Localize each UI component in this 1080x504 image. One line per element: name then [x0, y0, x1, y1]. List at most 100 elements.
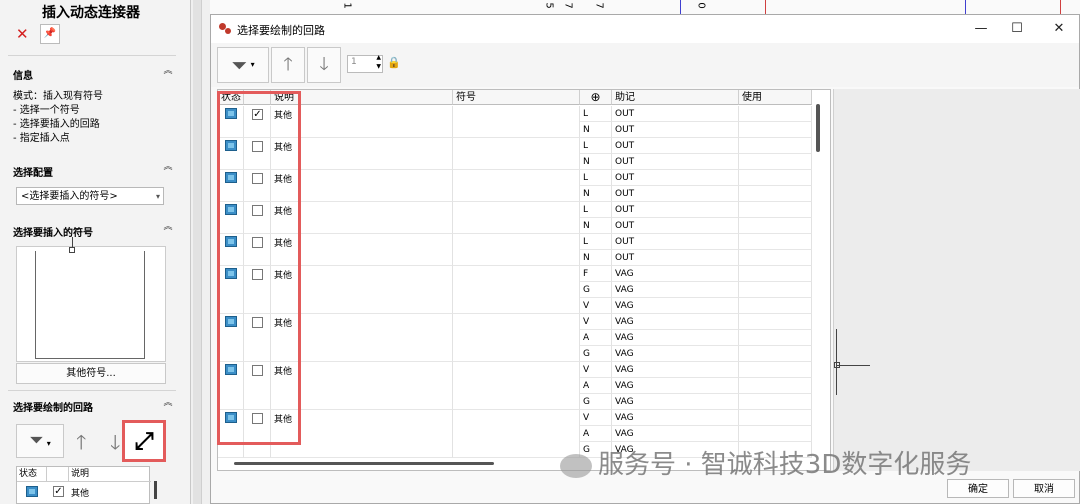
preview-stub [834, 362, 840, 368]
ruler-mark: 7 [562, 2, 574, 9]
watermark-text: 服务号 · 智诚科技3D数字化服务 [598, 450, 972, 480]
symbol-cell [453, 170, 580, 202]
pin-cell: A [580, 378, 612, 394]
move-down-icon[interactable]: 🡓 [110, 428, 120, 462]
symbol-cell [453, 138, 580, 170]
cancel-x-icon[interactable]: ✕ [16, 25, 29, 43]
expand-arrows-icon: ⤢ [134, 427, 154, 455]
move-up-button[interactable]: 🡑 [271, 47, 305, 83]
symbol-frame [35, 251, 145, 359]
divider [8, 55, 176, 56]
expand-dialog-button[interactable]: ⤢ [122, 420, 166, 462]
ruler-mark: 7 [593, 2, 605, 9]
row-checkbox[interactable]: ✓ [53, 486, 64, 497]
canvas-scrollbar[interactable] [193, 0, 202, 504]
header-usage[interactable]: 使用 [739, 90, 812, 105]
pin-cell: L [580, 170, 612, 186]
pin-icon[interactable]: 📌 [40, 24, 60, 44]
chevron-down-icon: ▾ [46, 439, 51, 448]
vertical-scrollbar[interactable] [816, 104, 820, 152]
row-desc: 其他 [71, 489, 90, 499]
preview-line [836, 365, 870, 366]
ruler-line-red [765, 0, 766, 14]
pin-cell: A [580, 330, 612, 346]
scrollbar[interactable] [154, 481, 157, 499]
pin-cell: N [580, 250, 612, 266]
filter-button[interactable]: ⏷ ▾ [16, 424, 64, 458]
pin-cell: G [580, 394, 612, 410]
header-plus[interactable]: ⊕ [580, 90, 612, 105]
mnemonic-cell: OUT [612, 154, 739, 170]
mini-header-status: 状态 [17, 467, 47, 482]
usage-cell [739, 154, 812, 170]
filter-icon: ⏷ [29, 430, 44, 451]
spinner-value: 1 [351, 57, 357, 67]
status-icon [26, 486, 38, 497]
arrow-up-icon: 🡑 [283, 54, 293, 75]
usage-cell [739, 234, 812, 250]
symbol-cell [453, 106, 580, 138]
count-spinner[interactable]: 1 ▲ ▼ [347, 54, 383, 73]
info-line: - 指定插入点 [13, 133, 70, 144]
symbol-cell [453, 314, 580, 362]
close-button[interactable]: ✕ [1041, 15, 1077, 43]
header-mnemonic[interactable]: 助记 [612, 90, 739, 105]
collapse-chevron-icon[interactable]: ︽ [161, 64, 175, 78]
panel-title: 插入动态连接器 [42, 5, 140, 21]
chevron-down-icon: ▾ [250, 60, 255, 69]
horizontal-scrollbar[interactable] [234, 462, 494, 465]
pin-cell: V [580, 410, 612, 426]
property-panel: 插入动态连接器 ✕ 📌 信息 ︽ 模式：插入现有符号 - 选择一个符号 - 选择… [0, 0, 191, 504]
pin-cell: L [580, 234, 612, 250]
divider [8, 390, 176, 391]
ruler-mark: 5 [543, 2, 555, 9]
ruler-line-blue [680, 0, 681, 14]
symbol-section-title: 选择要插入的符号 [13, 228, 93, 239]
symbol-cell [453, 202, 580, 234]
filter-icon: ⏷ [231, 53, 248, 77]
collapse-chevron-icon[interactable]: ︽ [161, 160, 175, 174]
dialog-titlebar[interactable]: 选择要绘制的回路 — ☐ ✕ [211, 15, 1079, 43]
mnemonic-cell: VAG [612, 282, 739, 298]
spinner-up-icon[interactable]: ▲ [376, 54, 381, 61]
usage-cell [739, 106, 812, 122]
ruler-line-red [1060, 0, 1061, 14]
plus-circle-icon: ⊕ [590, 90, 601, 104]
table-body: ✓ 其他 L OUT N OUT 其他 L OUT N OUT 其他 L OUT N OUT 其他 L OUT N OU… [218, 106, 812, 458]
pin-cell: N [580, 122, 612, 138]
move-up-icon[interactable]: 🡑 [76, 428, 86, 462]
move-down-button[interactable]: 🡓 [307, 47, 341, 83]
info-line: - 选择一个符号 [13, 105, 80, 116]
header-symbol[interactable]: 符号 [453, 90, 580, 105]
ruler-mark: 0 [695, 2, 707, 9]
usage-cell [739, 266, 812, 282]
pin-cell: N [580, 186, 612, 202]
usage-cell [739, 346, 812, 362]
cancel-button[interactable]: 取消 [1013, 479, 1075, 498]
usage-cell [739, 250, 812, 266]
pin-cell: L [580, 202, 612, 218]
mnemonic-cell: VAG [612, 314, 739, 330]
usage-cell [739, 218, 812, 234]
spinner-down-icon[interactable]: ▼ [376, 63, 381, 70]
collapse-chevron-icon[interactable]: ︽ [161, 396, 175, 410]
filter-button[interactable]: ⏷ ▾ [217, 47, 269, 83]
pin-cell: F [580, 266, 612, 282]
ruler-mark: 1 [341, 2, 353, 9]
config-dropdown[interactable]: <选择要插入的符号> ▾ [16, 187, 164, 205]
symbol-cell [453, 234, 580, 266]
usage-cell [739, 410, 812, 426]
arrow-down-icon: 🡓 [319, 54, 329, 75]
pin-cell: G [580, 282, 612, 298]
lock-icon[interactable]: 🔒 [387, 56, 401, 69]
collapse-chevron-icon[interactable]: ︽ [161, 220, 175, 234]
mnemonic-cell: OUT [612, 186, 739, 202]
maximize-button[interactable]: ☐ [999, 15, 1035, 43]
ok-button[interactable]: 确定 [947, 479, 1009, 498]
other-symbol-button[interactable]: 其他符号... [16, 363, 166, 384]
minimize-button[interactable]: — [963, 15, 999, 43]
wechat-icon [560, 453, 592, 478]
pin-cell: N [580, 218, 612, 234]
info-section-title: 信息 [13, 71, 33, 82]
select-circuit-dialog: 选择要绘制的回路 — ☐ ✕ ⏷ ▾ 🡑 🡓 1 ▲ ▼ 🔒 状态 说明 符号 … [210, 14, 1080, 504]
